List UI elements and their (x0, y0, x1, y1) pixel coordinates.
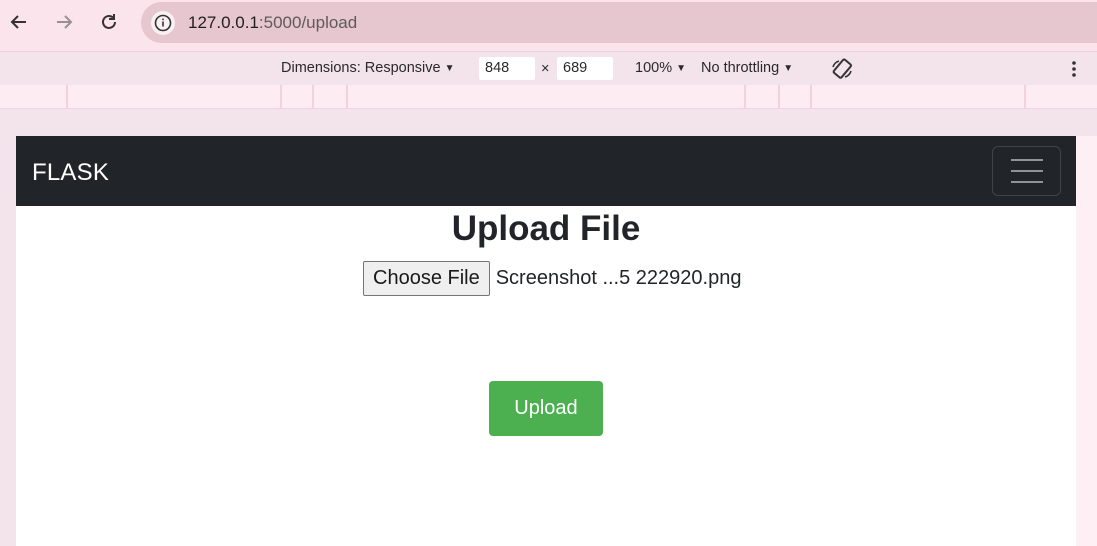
ruler-divider (280, 85, 282, 109)
height-input[interactable]: 689 (557, 57, 613, 80)
device-toolbar: Dimensions: Responsive ▼ 848 × 689 100% ▼ … (0, 52, 1097, 85)
browser-toolbar: 127.0.0.1:5000/upload (0, 0, 1097, 52)
back-arrow-icon[interactable] (7, 10, 31, 34)
ruler-divider (346, 85, 348, 109)
address-bar[interactable]: 127.0.0.1:5000/upload (141, 2, 1097, 43)
upload-button[interactable]: Upload (489, 381, 603, 436)
ruler-divider (66, 85, 68, 109)
file-input[interactable]: Choose File Screenshot ...5 222920.png (363, 261, 741, 296)
selected-file-name: Screenshot ...5 222920.png (495, 267, 742, 289)
ruler-divider (312, 85, 314, 109)
ruler-divider (1024, 85, 1026, 109)
more-vertical-icon[interactable] (1068, 59, 1080, 83)
chevron-down-icon: ▼ (783, 63, 794, 74)
throttling-dropdown[interactable]: No throttling ▼ (701, 60, 793, 76)
times-symbol: × (541, 61, 550, 77)
rotate-icon[interactable] (830, 57, 854, 85)
forward-arrow-icon[interactable] (52, 10, 76, 34)
info-icon[interactable] (151, 11, 175, 35)
page-title: Upload File (451, 209, 641, 248)
url-path: :5000/upload (258, 13, 358, 32)
navbar-brand[interactable]: FLASK (32, 159, 109, 187)
navbar-toggler-button[interactable] (992, 146, 1061, 196)
zoom-dropdown[interactable]: 100% ▼ (635, 60, 686, 76)
viewport-resize-gutter[interactable] (1076, 136, 1097, 546)
chevron-down-icon: ▼ (444, 63, 455, 74)
width-input[interactable]: 848 (479, 57, 535, 80)
dimensions-dropdown[interactable]: Dimensions: Responsive ▼ (281, 60, 454, 76)
url-host: 127.0.0.1 (188, 13, 259, 32)
page-viewport: FLASK Upload File Choose File Screenshot… (16, 136, 1076, 546)
ruler-divider (744, 85, 746, 109)
dimensions-label: Dimensions: Responsive (281, 60, 441, 76)
navbar: FLASK (16, 136, 1076, 206)
chevron-down-icon: ▼ (676, 63, 686, 74)
url-text[interactable]: 127.0.0.1:5000/upload (188, 13, 357, 33)
throttling-label: No throttling (701, 60, 780, 76)
ruler-divider (810, 85, 812, 109)
choose-file-button[interactable]: Choose File (363, 261, 490, 296)
zoom-label: 100% (635, 60, 673, 76)
ruler-divider (778, 85, 780, 109)
media-query-ruler[interactable] (0, 85, 1097, 109)
reload-icon[interactable] (97, 10, 121, 34)
